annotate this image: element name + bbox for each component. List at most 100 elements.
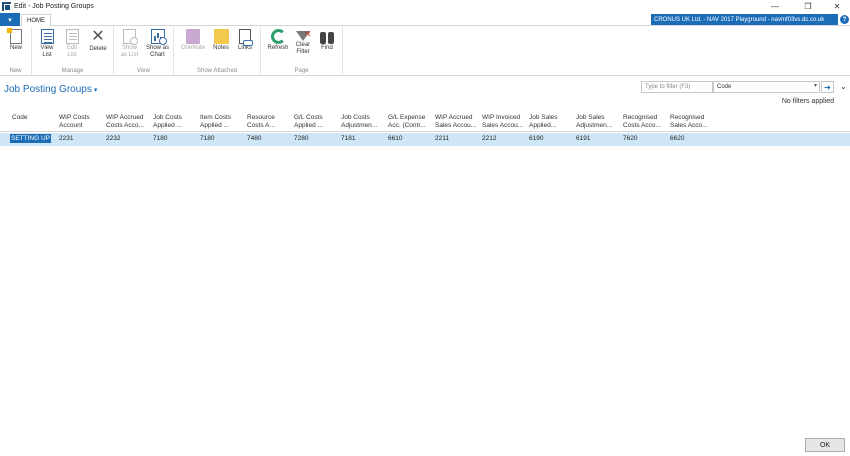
cell-job-sales-applied[interactable]: 6190 xyxy=(529,135,543,142)
new-button[interactable]: New xyxy=(3,28,29,52)
column-header-line: Applied ... xyxy=(294,122,323,129)
ok-button[interactable]: OK xyxy=(805,438,845,452)
expand-filter-icon[interactable]: ⌄ xyxy=(840,82,847,91)
notes-icon xyxy=(213,29,229,44)
app-icon xyxy=(2,2,11,11)
column-header-line: Adjustmen... xyxy=(576,122,613,129)
window-title: Edit - Job Posting Groups xyxy=(14,3,94,10)
chevron-down-icon: ▾ xyxy=(93,87,98,94)
table-row[interactable]: SETTING UP 2231 2232 7180 7180 7480 7280… xyxy=(0,133,850,146)
links-button[interactable]: Links xyxy=(234,29,256,52)
column-header-line: Sales Accou... xyxy=(482,122,524,129)
show-as-chart-button[interactable]: Show as Chart xyxy=(143,29,172,59)
clear-filter-button[interactable]: Clear Filter xyxy=(292,29,314,56)
cell-recognised-sales[interactable]: 6620 xyxy=(670,135,684,142)
column-header-line: WIP Costs xyxy=(59,114,90,121)
column-header-line: Job Costs xyxy=(153,114,182,121)
column-header-line: Code xyxy=(12,114,28,121)
cell-gl-expense-acc[interactable]: 6610 xyxy=(388,135,402,142)
column-header-job-costs-applied[interactable]: Job Costs Applied ... xyxy=(153,114,197,130)
tab-home[interactable]: HOME xyxy=(21,14,51,27)
group-label-show-attached: Show Attached xyxy=(196,68,238,74)
column-header-line: Applied ... xyxy=(153,122,182,129)
column-header-line: Applied... xyxy=(529,122,557,129)
cell-wip-accrued-sales[interactable]: 2211 xyxy=(435,135,449,142)
page-title-text: Job Posting Groups xyxy=(4,84,92,95)
column-header-resource-costs[interactable]: Resource Costs A... xyxy=(247,114,291,130)
apply-filter-button[interactable]: ➜ xyxy=(821,81,834,93)
company-selector[interactable]: CRONUS UK Ltd. - NAV 2017 Playground - n… xyxy=(651,14,838,25)
group-manage: View List Edit List ✕ Delete Manage xyxy=(32,27,114,76)
show-as-list-button[interactable]: Show as List xyxy=(117,29,142,59)
cell-gl-costs-applied[interactable]: 7280 xyxy=(294,135,308,142)
cell-job-sales-adjustment[interactable]: 6191 xyxy=(576,135,590,142)
column-header-line: G/L Expense xyxy=(388,114,426,121)
onenote-button[interactable]: OneNote xyxy=(177,29,209,52)
column-header-line: Job Costs xyxy=(341,114,370,121)
edit-list-button[interactable]: Edit List xyxy=(60,29,84,59)
delete-button[interactable]: ✕ Delete xyxy=(85,29,111,53)
cell-wip-invoiced-sales[interactable]: 2212 xyxy=(482,135,496,142)
edit-list-icon xyxy=(65,29,79,44)
column-header-code[interactable]: Code xyxy=(12,114,52,122)
clear-filter-label-1: Clear xyxy=(295,42,311,48)
view-list-label-1: View xyxy=(40,45,54,51)
cell-job-costs-applied[interactable]: 7180 xyxy=(153,135,167,142)
view-list-icon xyxy=(40,29,54,44)
cell-recognised-costs[interactable]: 7620 xyxy=(623,135,637,142)
column-header-wip-accrued-sales[interactable]: WIP Accrued Sales Accou... xyxy=(435,114,479,130)
minimize-button[interactable]: — xyxy=(760,0,790,13)
help-icon[interactable]: ? xyxy=(840,15,849,24)
column-header-line: Costs A... xyxy=(247,122,275,129)
column-header-wip-invoiced-sales[interactable]: WIP Invoiced Sales Accou... xyxy=(482,114,526,130)
cell-resource-costs[interactable]: 7480 xyxy=(247,135,261,142)
column-header-gl-expense-acc[interactable]: G/L Expense Acc. (Contr... xyxy=(388,114,432,130)
column-header-item-costs-applied[interactable]: Item Costs Applied ... xyxy=(200,114,244,130)
find-label: Find xyxy=(321,45,333,51)
group-show-attached: OneNote Notes Links Show Attached xyxy=(174,27,261,76)
column-header-job-sales-applied[interactable]: Job Sales Applied... xyxy=(529,114,573,130)
group-page: Refresh Clear Filter Find Page xyxy=(261,27,343,76)
column-header-line: Applied ... xyxy=(200,122,229,129)
filter-field-value: Code xyxy=(717,84,732,90)
cell-job-costs-adjustment[interactable]: 7181 xyxy=(341,135,355,142)
cell-wip-accrued-costs[interactable]: 2232 xyxy=(106,135,120,142)
clear-filter-label-2: Filter xyxy=(296,49,310,55)
column-header-recognised-costs[interactable]: Recognised Costs Acco... xyxy=(623,114,667,130)
column-header-line: G/L Costs xyxy=(294,114,323,121)
column-header-line: Item Costs xyxy=(200,114,232,121)
column-header-job-sales-adjustment[interactable]: Job Sales Adjustmen... xyxy=(576,114,620,130)
filter-field-select[interactable]: Code ▾ xyxy=(713,81,820,93)
dropdown-arrow-icon: ▾ xyxy=(813,83,817,89)
column-header-wip-accrued-costs[interactable]: WIP Accrued Costs Acco... xyxy=(106,114,150,130)
ribbon-tab-strip: ▾ HOME CRONUS UK Ltd. - NAV 2017 Playgro… xyxy=(0,13,850,27)
notes-label: Notes xyxy=(213,45,229,51)
cell-wip-costs-account[interactable]: 2231 xyxy=(59,135,73,142)
show-as-chart-label-2: Chart xyxy=(150,52,165,58)
onenote-label: OneNote xyxy=(180,45,205,51)
application-menu-button[interactable]: ▾ xyxy=(0,13,20,26)
close-button[interactable]: ✕ xyxy=(822,0,850,13)
column-header-line: WIP Invoiced xyxy=(482,114,521,121)
page-title[interactable]: Job Posting Groups ▾ xyxy=(4,84,97,95)
filter-input[interactable]: Type to filter (F3) xyxy=(641,81,713,93)
new-document-icon xyxy=(7,28,22,44)
filter-status: No filters applied xyxy=(781,98,834,105)
cell-item-costs-applied[interactable]: 7180 xyxy=(200,135,214,142)
cell-code[interactable]: SETTING UP xyxy=(10,134,52,143)
notes-button[interactable]: Notes xyxy=(210,29,232,52)
binoculars-icon xyxy=(319,32,335,44)
column-header-line: Job Sales xyxy=(576,114,605,121)
column-header-recognised-sales[interactable]: Recognised Sales Acco... xyxy=(670,114,714,130)
group-label-view: View xyxy=(137,68,150,74)
refresh-button[interactable]: Refresh xyxy=(264,29,292,52)
column-header-gl-costs-applied[interactable]: G/L Costs Applied ... xyxy=(294,114,338,130)
column-header-line: Recognised xyxy=(623,114,658,121)
new-button-label: New xyxy=(9,45,22,51)
column-header-job-costs-adjustment[interactable]: Job Costs Adjustmen... xyxy=(341,114,385,130)
view-list-button[interactable]: View List xyxy=(35,29,59,59)
find-button[interactable]: Find xyxy=(316,29,338,52)
restore-button[interactable]: ❐ xyxy=(793,0,823,13)
grid-header: Code WIP Costs Account WIP Accrued Costs A… xyxy=(0,112,850,132)
column-header-wip-costs-account[interactable]: WIP Costs Account xyxy=(59,114,103,130)
